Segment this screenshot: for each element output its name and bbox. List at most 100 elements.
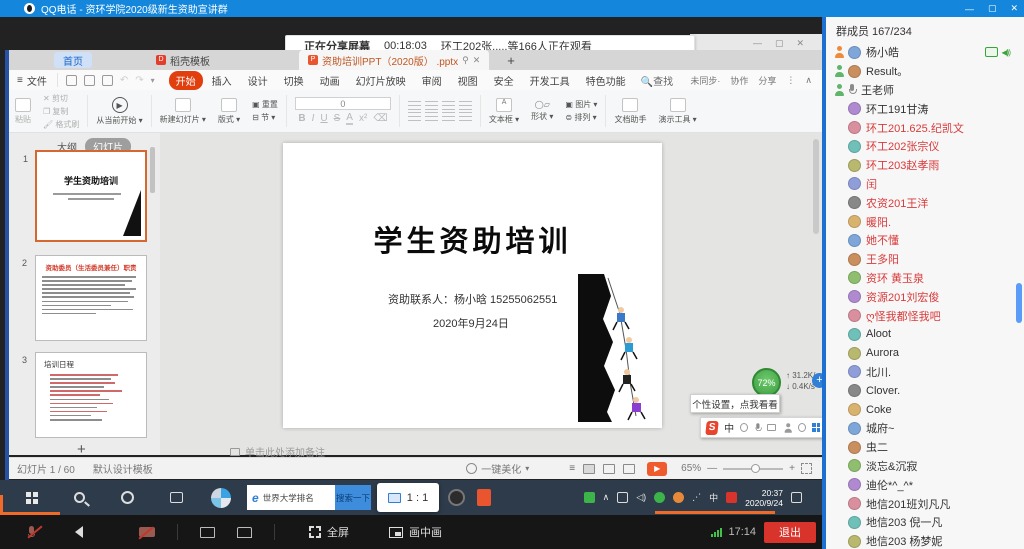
member-row[interactable]: Aloot — [826, 325, 1024, 344]
member-row[interactable]: 地信203 倪一凡 — [826, 513, 1024, 532]
member-row[interactable]: 王多阳 — [826, 250, 1024, 269]
paste-icon[interactable] — [15, 98, 31, 112]
dark-app-icon[interactable] — [448, 489, 465, 506]
layout-label[interactable]: 版式 ▾ — [218, 114, 240, 125]
find-button[interactable]: 🔍查找 — [641, 73, 673, 88]
customize-toolbar-chevron-icon[interactable]: ▾ — [151, 76, 155, 85]
undo-icon[interactable]: ↶ — [120, 75, 128, 86]
current-slide-canvas[interactable]: 学生资助培训 资助联系人：杨小晗 15255062551 2020年9月24日 — [283, 143, 662, 428]
reset-button[interactable]: ▣ 重置 — [252, 99, 278, 110]
beautify-button[interactable]: 一键美化 ▾ — [466, 461, 529, 476]
bullet-list-icon[interactable] — [408, 101, 421, 110]
menu-tab-安全[interactable]: 安全 — [487, 71, 521, 90]
taskbar-search-icon[interactable] — [74, 492, 85, 503]
design-template-label[interactable]: 默认设计模板 — [93, 461, 153, 476]
bold-button[interactable]: B — [298, 113, 305, 124]
indent-increase-icon[interactable] — [459, 101, 472, 110]
menu-tab-动画[interactable]: 动画 — [313, 71, 347, 90]
fit-slide-icon[interactable] — [801, 463, 812, 474]
arrange-button[interactable]: ⊜ 排列 ▾ — [565, 112, 596, 123]
collapse-ribbon-icon[interactable]: ∧ — [805, 75, 812, 86]
superscript-icon[interactable]: x² — [359, 113, 367, 124]
menu-tab-审阅[interactable]: 审阅 — [415, 71, 449, 90]
menu-tab-插入[interactable]: 插入 — [205, 71, 239, 90]
slide-area-scrollbar[interactable] — [813, 139, 819, 234]
file-menu-button[interactable]: ≡ 文件 — [9, 73, 58, 87]
align-left-icon[interactable] — [408, 112, 421, 121]
normal-view-icon[interactable] — [583, 464, 595, 474]
strikethrough-button[interactable]: S — [334, 113, 341, 124]
member-row[interactable]: 淡忘&沉寂 — [826, 457, 1024, 476]
more-options-icon[interactable]: ⋮ — [786, 75, 795, 86]
font-size-box[interactable]: 0 — [295, 97, 391, 110]
pip-icon[interactable] — [389, 527, 403, 538]
start-button[interactable] — [26, 492, 38, 504]
layout-icon[interactable] — [221, 98, 237, 112]
member-row[interactable]: 环工202张宗仪 — [826, 137, 1024, 156]
red-tray-icon[interactable] — [726, 492, 737, 503]
align-center-icon[interactable] — [425, 112, 438, 121]
share-screen-icon[interactable] — [200, 527, 215, 538]
member-row[interactable]: 北川. — [826, 363, 1024, 382]
ime-account-icon[interactable] — [783, 423, 791, 433]
underline-button[interactable]: U — [320, 113, 327, 124]
cut-button[interactable]: ✕ 剪切 — [43, 93, 68, 104]
ime-language-toggle[interactable]: 中 — [724, 420, 734, 435]
present-tools-label[interactable]: 演示工具 ▾ — [658, 114, 696, 125]
slide-thumbnail-1[interactable]: 1 学生资助培训 — [35, 150, 147, 242]
pin-icon[interactable]: ⚲ — [462, 55, 469, 66]
member-row[interactable]: 她不懂 — [826, 231, 1024, 250]
qq-close-button[interactable]: ✕ — [1010, 3, 1018, 14]
exit-call-button[interactable]: 退出 — [764, 522, 816, 543]
reading-view-icon[interactable] — [623, 464, 635, 474]
member-row[interactable]: 环工201.625.纪凯文 — [826, 118, 1024, 137]
menu-tab-幻灯片放映[interactable]: 幻灯片放映 — [349, 71, 413, 90]
slide-thumbnail-3[interactable]: 3 培训日程 — [35, 352, 147, 438]
present-tools-icon[interactable] — [670, 98, 686, 112]
member-row[interactable]: 暖阳. — [826, 212, 1024, 231]
zoom-slider[interactable] — [723, 468, 783, 470]
share-button[interactable]: 分享 — [758, 74, 776, 87]
notification-center-icon[interactable] — [791, 492, 802, 503]
textbox-icon[interactable]: A — [496, 98, 512, 112]
shapes-icon[interactable]: ◯▱ — [535, 100, 550, 109]
ime-toolbox-icon[interactable] — [812, 423, 820, 432]
copy-button[interactable]: ❐ 复制 — [43, 106, 68, 117]
fullscreen-label[interactable]: 全屏 — [327, 524, 349, 540]
notes-toggle-icon[interactable]: ≡ — [569, 463, 575, 474]
zoom-percent[interactable]: 65% — [681, 463, 701, 474]
ime-emoji-icon[interactable] — [740, 423, 748, 432]
slideshow-play-button[interactable]: ▶ — [647, 462, 667, 476]
shapes-label[interactable]: 形状 ▾ — [531, 111, 553, 122]
ie-search-button[interactable]: 搜索一下 — [335, 485, 371, 510]
fullscreen-icon[interactable] — [309, 526, 321, 538]
member-row[interactable]: Result。 — [826, 62, 1024, 81]
member-row[interactable]: 迪伦*^_^* — [826, 475, 1024, 494]
ime-keyboard-icon[interactable] — [767, 424, 776, 431]
ime-indicator[interactable]: 中 — [709, 491, 718, 504]
network-icon[interactable]: ⋰ — [692, 492, 701, 503]
redo-icon[interactable]: ↷ — [135, 75, 143, 86]
member-row[interactable]: 农资201王洋 — [826, 193, 1024, 212]
wechat-tray-icon[interactable] — [654, 492, 665, 503]
preview-icon[interactable] — [102, 75, 113, 86]
member-row[interactable]: 地信201班刘凡凡 — [826, 494, 1024, 513]
pip-label[interactable]: 画中画 — [409, 524, 442, 540]
indent-decrease-icon[interactable] — [442, 101, 455, 110]
member-row[interactable]: ღ怪我都怪我吧 — [826, 306, 1024, 325]
ime-skin-icon[interactable] — [798, 423, 806, 432]
volume-icon[interactable]: ◁) — [636, 492, 646, 503]
sogou-ime-bar[interactable]: S 中 — [700, 417, 826, 438]
new-slide-label[interactable]: 新建幻灯片 ▾ — [160, 114, 206, 125]
play-from-current-icon[interactable]: ▶ — [112, 97, 128, 113]
member-row[interactable]: 地信203 杨梦妮 — [826, 532, 1024, 549]
whiteboard-icon[interactable] — [237, 527, 252, 538]
member-row[interactable]: Aurora — [826, 344, 1024, 363]
battery-percent-badge[interactable]: 72% — [752, 368, 781, 397]
tab-docer[interactable]: D 稻壳模板 — [147, 52, 219, 68]
task-view-icon[interactable] — [170, 492, 183, 503]
font-color-button[interactable]: A — [346, 112, 353, 125]
menu-tab-开发工具[interactable]: 开发工具 — [523, 71, 577, 90]
taskbar-clock[interactable]: 20:37 2020/9/24 — [745, 488, 783, 508]
wps-close-button[interactable]: ✕ — [796, 38, 804, 49]
